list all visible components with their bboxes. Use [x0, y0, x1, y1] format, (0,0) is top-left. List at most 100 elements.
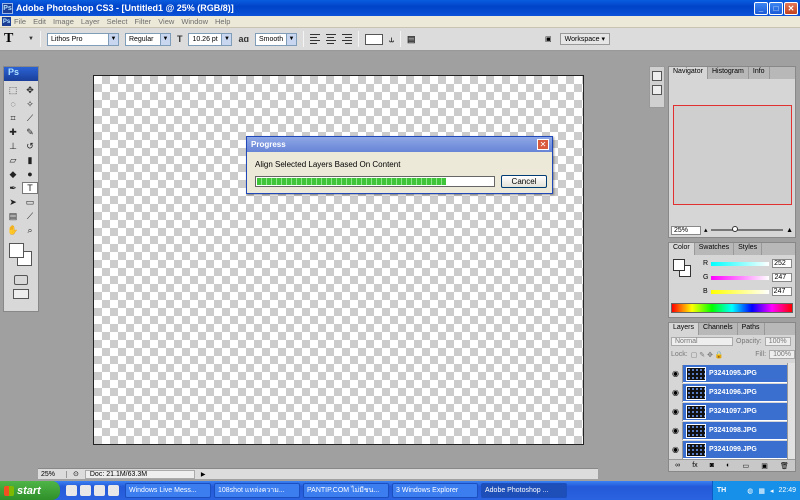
layer-style-icon[interactable]: fx [692, 462, 697, 469]
link-layers-icon[interactable]: ∞ [675, 462, 680, 469]
screen-mode-icon[interactable] [13, 289, 29, 299]
zoom-level[interactable]: 25% [41, 470, 67, 478]
new-layer-icon[interactable]: ▣ [761, 462, 768, 470]
tab-navigator[interactable]: Navigator [669, 67, 708, 79]
menu-image[interactable]: Image [53, 17, 74, 26]
network-tray-icon[interactable]: ▦ [758, 487, 765, 495]
path-selection-tool-icon[interactable]: ➤ [5, 196, 21, 208]
menu-window[interactable]: Window [181, 17, 208, 26]
eye-icon[interactable]: ◉ [669, 383, 683, 402]
magic-wand-tool-icon[interactable]: ✧ [22, 98, 38, 110]
layer-row[interactable]: ◉ P3241097.JPG [669, 402, 787, 421]
history-brush-tool-icon[interactable]: ↺ [22, 140, 38, 152]
document-canvas[interactable] [93, 75, 584, 445]
menu-select[interactable]: Select [107, 17, 128, 26]
eye-icon[interactable]: ◉ [669, 421, 683, 440]
crop-tool-icon[interactable]: ⌗ [5, 112, 21, 124]
trash-icon[interactable]: 🗑 [780, 462, 789, 470]
cancel-button[interactable]: Cancel [501, 175, 547, 188]
tool-preset-chevron-icon[interactable]: ▼ [28, 36, 34, 42]
brush-tool-icon[interactable]: ✎ [22, 126, 38, 138]
move-tool-icon[interactable]: ✥ [22, 84, 38, 96]
eye-icon[interactable]: ◉ [669, 440, 683, 459]
font-size-select[interactable]: 10.26 pt ▼ [188, 32, 233, 46]
r-slider[interactable] [711, 261, 770, 266]
eyedropper-tool-icon[interactable]: ⟋ [22, 210, 38, 222]
shape-tool-icon[interactable]: ▭ [22, 196, 38, 208]
hand-tool-icon[interactable]: ✋ [5, 224, 21, 236]
quick-mask-icon[interactable] [14, 275, 28, 285]
taskbar-item-messenger[interactable]: Windows Live Mess... [125, 483, 211, 498]
zoom-in-icon[interactable]: ▲ [786, 227, 793, 234]
blur-tool-icon[interactable]: ◆ [5, 168, 21, 180]
type-tool-icon[interactable]: T [22, 182, 38, 194]
layers-scrollbar[interactable] [787, 363, 795, 459]
minimize-button[interactable]: _ [754, 1, 768, 15]
layer-row[interactable]: ◉ P3241098.JPG [669, 421, 787, 440]
quick-launch-icon[interactable] [94, 485, 105, 496]
text-color-swatch[interactable] [364, 33, 383, 45]
lock-icons[interactable]: ▢ ✎ ✥ 🔒 [691, 351, 724, 359]
align-right-icon[interactable] [341, 34, 352, 44]
menu-layer[interactable]: Layer [81, 17, 100, 26]
dodge-tool-icon[interactable]: ● [22, 168, 38, 180]
pen-tool-icon[interactable]: ✒ [5, 182, 21, 194]
quick-launch-icon[interactable] [80, 485, 91, 496]
b-slider[interactable] [710, 289, 769, 294]
color-spectrum-bar[interactable] [671, 303, 793, 313]
taskbar-item-pantip[interactable]: PANTIP.COM ไม่มีชน... [303, 483, 389, 498]
maximize-button[interactable]: □ [769, 1, 783, 15]
start-button[interactable]: start [0, 481, 60, 500]
tab-paths[interactable]: Paths [738, 323, 765, 335]
font-style-select[interactable]: Regular ▼ [124, 32, 171, 46]
clone-stamp-tool-icon[interactable]: ⊥ [5, 140, 21, 152]
g-value-field[interactable]: 247 [772, 273, 793, 282]
warp-text-icon[interactable]: ⥿ [389, 34, 394, 45]
fill-field[interactable]: 100% [769, 350, 795, 359]
tab-layers[interactable]: Layers [669, 323, 700, 335]
tab-channels[interactable]: Channels [699, 323, 738, 335]
foreground-color-swatch[interactable] [9, 243, 24, 258]
align-center-icon[interactable] [325, 34, 336, 44]
adjustment-layer-icon[interactable]: ◐ [726, 462, 730, 469]
workspace-button[interactable]: Workspace ▾ [559, 33, 610, 45]
zoom-out-icon[interactable]: ▴ [704, 226, 708, 234]
close-button[interactable]: ✕ [784, 1, 798, 15]
document-icon[interactable]: Ps [2, 17, 11, 26]
menu-edit[interactable]: Edit [33, 17, 46, 26]
language-indicator[interactable]: TH [717, 487, 726, 494]
slice-tool-icon[interactable]: ⟋ [22, 112, 38, 124]
layer-row[interactable]: ◉ P3241095.JPG [669, 364, 787, 383]
new-group-icon[interactable]: ▭ [742, 462, 749, 470]
status-info-icon[interactable]: ⊙ [73, 470, 79, 478]
taskbar-item-108shot[interactable]: 108shot แหล่งความ... [214, 483, 300, 498]
quick-launch-icon[interactable] [108, 485, 119, 496]
blend-mode-select[interactable]: Normal [671, 337, 733, 346]
marquee-tool-icon[interactable]: ⬚ [5, 84, 21, 96]
color-fg-swatch[interactable] [673, 259, 685, 271]
b-value-field[interactable]: 247 [771, 287, 792, 296]
taskbar-item-photoshop[interactable]: Adobe Photoshop ... [481, 483, 567, 498]
taskbar-item-explorer[interactable]: 3 Windows Explorer [392, 483, 478, 498]
menu-help[interactable]: Help [215, 17, 230, 26]
eye-icon[interactable]: ◉ [669, 402, 683, 421]
tab-histogram[interactable]: Histogram [708, 67, 749, 79]
eraser-tool-icon[interactable]: ▱ [5, 154, 21, 166]
gradient-tool-icon[interactable]: ▮ [22, 154, 38, 166]
history-panel-icon[interactable] [652, 71, 662, 81]
status-menu-arrow-icon[interactable]: ▶ [201, 471, 206, 478]
menu-file[interactable]: File [14, 17, 26, 26]
anti-alias-select[interactable]: Smooth ▼ [254, 32, 297, 46]
font-family-select[interactable]: Lithos Pro ▼ [46, 32, 119, 46]
navigator-zoom-slider[interactable] [710, 226, 784, 232]
tab-styles[interactable]: Styles [734, 243, 763, 255]
menu-filter[interactable]: Filter [135, 17, 152, 26]
layer-row[interactable]: ◉ P3241099.JPG [669, 440, 787, 459]
opacity-field[interactable]: 100% [764, 337, 791, 346]
navigator-zoom-field[interactable]: 25% [671, 225, 701, 235]
volume-tray-icon[interactable]: ◂ [770, 487, 774, 495]
palette-well-icon[interactable]: ▣ [545, 35, 552, 43]
menu-view[interactable]: View [158, 17, 174, 26]
character-panel-icon[interactable]: ▤ [407, 34, 416, 45]
align-left-icon[interactable] [309, 34, 320, 44]
